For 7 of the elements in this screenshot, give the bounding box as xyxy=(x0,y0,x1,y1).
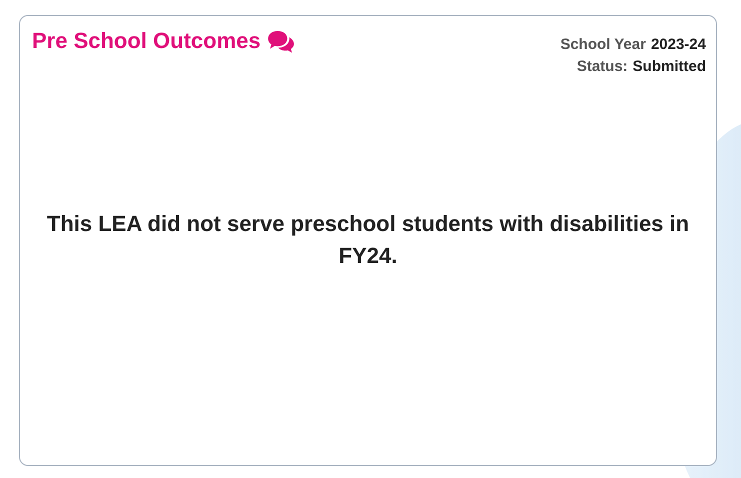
meta-label: Status: xyxy=(576,58,628,75)
meta-label: School Year xyxy=(560,36,646,53)
chat-icon[interactable] xyxy=(266,30,296,52)
empty-message: This LEA did not serve preschool students with disabilities in FY24. xyxy=(46,210,690,270)
card-title: Pre School Outcomes xyxy=(32,28,261,54)
meta-value: 2023-24 xyxy=(650,36,706,53)
meta-value: Submitted xyxy=(632,58,706,75)
